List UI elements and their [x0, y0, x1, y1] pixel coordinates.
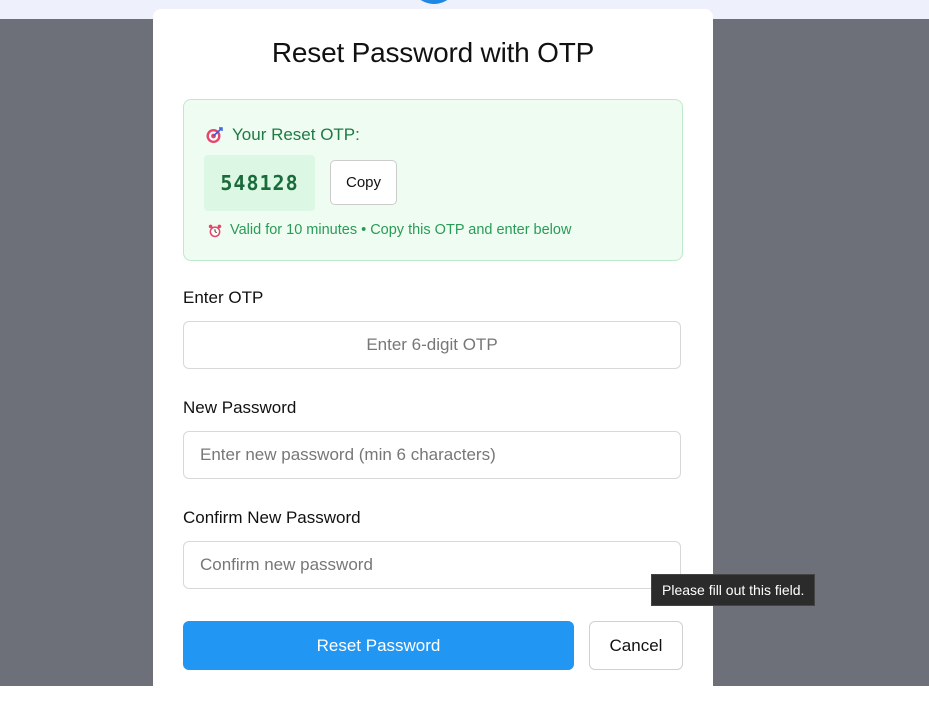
otp-validity-note: Valid for 10 minutes • Copy this OTP and…: [208, 222, 571, 238]
copy-otp-button[interactable]: Copy: [330, 160, 397, 205]
new-password-label: New Password: [183, 398, 297, 417]
confirm-password-input[interactable]: [183, 541, 681, 589]
modal-title: Reset Password with OTP: [271, 37, 595, 68]
confirm-password-label: Confirm New Password: [183, 508, 361, 527]
alarm-clock-icon: [208, 224, 222, 237]
target-icon: [206, 127, 223, 143]
otp-field-label: Enter OTP: [183, 288, 264, 307]
new-password-input[interactable]: [183, 431, 681, 479]
otp-validity-text: Valid for 10 minutes • Copy this OTP and…: [230, 222, 572, 238]
reset-password-button[interactable]: Reset Password: [183, 621, 574, 670]
validation-tooltip: Please fill out this field.: [651, 574, 816, 606]
cancel-button[interactable]: Cancel: [589, 621, 683, 670]
otp-code: 548128: [204, 155, 315, 211]
otp-panel: Your Reset OTP: 548128 Copy Valid for 10…: [183, 99, 683, 261]
otp-heading: Your Reset OTP:: [206, 125, 360, 145]
otp-heading-label: Your Reset OTP:: [232, 125, 360, 144]
reset-password-modal: Reset Password with OTP Your Reset OTP: …: [153, 9, 713, 709]
otp-input[interactable]: [183, 321, 681, 369]
